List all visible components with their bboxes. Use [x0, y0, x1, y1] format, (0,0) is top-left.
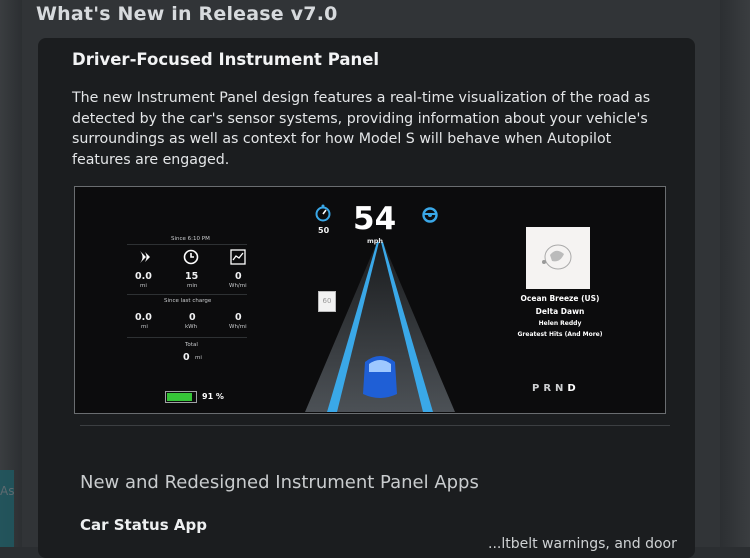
- divider: [127, 294, 247, 295]
- since-time-label: Since 6:10 PM: [171, 236, 210, 242]
- card-title: Driver-Focused Instrument Panel: [72, 50, 380, 69]
- road-visualization: [305, 242, 455, 412]
- gear-selector: PRND: [532, 383, 580, 394]
- trip-time-unit: min: [187, 283, 198, 289]
- music-track: Delta Dawn: [535, 307, 585, 316]
- charge-energy-unit: kWh: [185, 324, 198, 330]
- charge-efficiency-value: 0: [235, 312, 242, 323]
- instrument-panel-image: Since 6:10 PM 0.0 mi 15 min 0 Wh/mi Sinc…: [74, 186, 666, 414]
- trip-energy-value: 0: [235, 271, 242, 282]
- speed-limit-value: 50: [318, 226, 330, 235]
- trip-energy-unit: Wh/mi: [229, 283, 247, 289]
- cut-off-text: ...ltbelt warnings, and door: [488, 536, 677, 552]
- charge-energy-value: 0: [189, 312, 196, 323]
- clock-icon: [183, 249, 199, 265]
- battery-indicator: [165, 391, 197, 403]
- gear-r: R: [543, 383, 556, 394]
- gear-d: D: [567, 383, 580, 394]
- feature-card: Driver-Focused Instrument Panel The new …: [38, 38, 695, 558]
- charge-distance-value: 0.0: [135, 312, 152, 323]
- apps-section-title: New and Redesigned Instrument Panel Apps: [80, 472, 479, 493]
- speed-unit: mph: [367, 237, 384, 245]
- car-status-title: Car Status App: [80, 516, 207, 534]
- side-accent: [0, 470, 14, 547]
- gear-n: N: [555, 383, 568, 394]
- trip-distance-unit: mi: [140, 283, 147, 289]
- album-art-image: [542, 244, 572, 270]
- music-album: Greatest Hits (And More): [517, 331, 603, 338]
- music-artist: Helen Reddy: [538, 320, 582, 327]
- gear-p: P: [532, 383, 544, 394]
- battery-percent: 91 %: [202, 392, 224, 401]
- trip-distance-value: 0.0: [135, 271, 152, 282]
- right-bezel: [720, 0, 750, 547]
- music-station: Ocean Breeze (US): [520, 294, 600, 303]
- battery-fill: [167, 393, 192, 401]
- speed-sign: 60: [318, 291, 336, 312]
- page-title: What's New in Release v7.0: [36, 3, 338, 25]
- left-bezel: As: [0, 0, 22, 547]
- section-divider: [80, 425, 670, 426]
- divider: [127, 337, 247, 338]
- driving-icon: [140, 251, 150, 263]
- speed-value: 54: [353, 201, 397, 237]
- card-description: The new Instrument Panel design features…: [72, 90, 651, 168]
- charge-distance-unit: mi: [141, 324, 148, 330]
- album-art: [526, 227, 590, 289]
- since-charge-label: Since last charge: [164, 298, 212, 304]
- energy-graph-icon: [230, 249, 246, 265]
- trip-time-value: 15: [185, 271, 199, 282]
- steering-wheel-icon: [422, 207, 438, 223]
- charge-efficiency-unit: Wh/mi: [229, 324, 247, 330]
- divider: [127, 244, 247, 245]
- side-ghost-text: As: [0, 484, 15, 498]
- total-unit: mi: [195, 355, 202, 361]
- total-label: Total: [185, 342, 198, 348]
- speed-limit-icon: [315, 204, 331, 222]
- total-value: 0: [183, 352, 190, 363]
- release-notes-screen: What's New in Release v7.0 Driver-Focuse…: [22, 0, 720, 558]
